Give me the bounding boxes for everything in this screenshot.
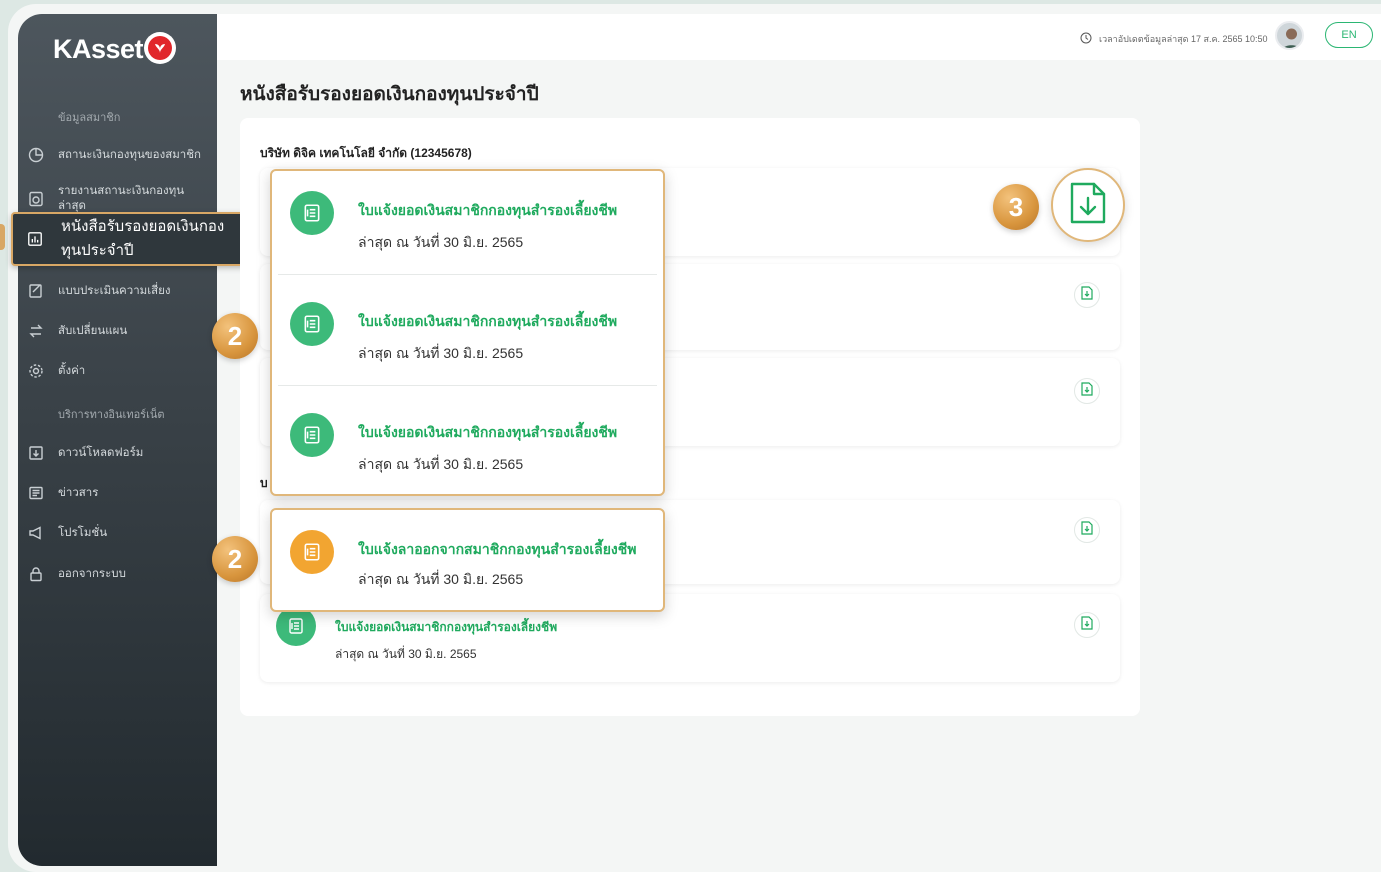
download-button[interactable] (1074, 517, 1100, 543)
second-company-label: บ (260, 476, 268, 490)
document-title[interactable]: ใบแจ้งยอดเงินสมาชิกกองทุนสำรองเลี้ยงชีพ (358, 311, 617, 333)
news-icon (28, 485, 44, 501)
list-item[interactable]: ใบแจ้งยอดเงินสมาชิกกองทุนสำรองเลี้ยงชีพ … (272, 171, 663, 281)
megaphone-icon (28, 525, 44, 541)
active-indicator (0, 224, 5, 250)
file-download-icon (1081, 520, 1093, 540)
kbank-leaf-icon (144, 32, 176, 64)
sidebar-item-promotion[interactable]: โปรโมชั่น (26, 518, 216, 548)
step-badge: 2 (212, 313, 258, 359)
document-icon (276, 606, 316, 646)
resignation-popup[interactable]: ใบแจ้งลาออกจากสมาชิกกองทุนสำรองเลี้ยงชีพ… (270, 508, 665, 612)
document-title[interactable]: ใบแจ้งยอดเงินสมาชิกกองทุนสำรองเลี้ยงชีพ (335, 618, 557, 637)
assessment-icon (28, 283, 44, 299)
document-icon (290, 413, 334, 457)
sidebar-item-label: หนังสือรับรองยอดเงินกอง ทุนประจำปี (61, 218, 225, 259)
lock-icon (28, 566, 44, 582)
clock-icon (1080, 31, 1092, 49)
brand-logo: KAsset (53, 34, 144, 64)
divider (278, 274, 657, 275)
document-date: ล่าสุด ณ วันที่ 30 มิ.ย. 2565 (358, 234, 524, 250)
sidebar-item-risk-assessment[interactable]: แบบประเมินความเสี่ยง (26, 276, 216, 306)
sidebar-item-label: สับเปลี่ยนแผน (58, 324, 128, 337)
step-badge: 2 (212, 536, 258, 582)
document-title[interactable]: ใบแจ้งยอดเงินสมาชิกกองทุนสำรองเลี้ยงชีพ (358, 422, 617, 444)
document-date: ล่าสุด ณ วันที่ 30 มิ.ย. 2565 (358, 345, 524, 361)
sidebar-item-logout[interactable]: ออกจากระบบ (26, 559, 216, 589)
divider (278, 385, 657, 386)
step-badge: 3 (993, 184, 1039, 230)
gear-icon (28, 363, 44, 379)
section-member-title: ข้อมูลสมาชิก (58, 112, 121, 124)
sidebar-item-news[interactable]: ข่าวสาร (26, 478, 216, 508)
download-form-icon (28, 445, 44, 461)
download-button[interactable] (1051, 168, 1125, 242)
list-item[interactable]: ใบแจ้งยอดเงินสมาชิกกองทุนสำรองเลี้ยงชีพ … (272, 393, 663, 503)
document-icon (290, 191, 334, 235)
switch-plan-icon (28, 323, 44, 339)
document-date: ล่าสุด ณ วันที่ 30 มิ.ย. 2565 (335, 647, 477, 661)
statement-list-popup: ใบแจ้งยอดเงินสมาชิกกองทุนสำรองเลี้ยงชีพ … (270, 169, 665, 496)
report-icon (28, 191, 44, 207)
document-title[interactable]: ใบแจ้งยอดเงินสมาชิกกองทุนสำรองเลี้ยงชีพ (358, 200, 617, 222)
avatar[interactable] (1275, 21, 1304, 50)
download-button[interactable] (1074, 378, 1100, 404)
section-services-title: บริการทางอินเทอร์เน็ต (58, 409, 165, 421)
pie-chart-icon (28, 147, 44, 163)
sidebar-item-label: ออกจากระบบ (58, 567, 126, 580)
document-icon (290, 530, 334, 574)
file-download-icon (1069, 181, 1107, 230)
sidebar-item-annual-certificate[interactable]: หนังสือรับรองยอดเงินกอง ทุนประจำปี (11, 212, 258, 266)
last-update-text: เวลาอัปเดตข้อมูลล่าสุด 17 ส.ค. 2565 10:5… (1099, 34, 1268, 44)
file-download-icon (1081, 615, 1093, 635)
sidebar-item-label: ข่าวสาร (58, 486, 99, 499)
company-label: บริษัท ดิจิค เทคโนโลยี จำกัด (12345678) (260, 146, 472, 160)
list-item[interactable]: ใบแจ้งยอดเงินสมาชิกกองทุนสำรองเลี้ยงชีพ … (272, 282, 663, 392)
sidebar-item-download-form[interactable]: ดาวน์โหลดฟอร์ม (26, 438, 216, 468)
file-download-icon (1081, 285, 1093, 305)
sidebar-item-label: ตั้งค่า (58, 364, 86, 377)
sidebar-item-settings[interactable]: ตั้งค่า (26, 356, 216, 386)
sidebar-item-label: สถานะเงินกองทุนของสมาชิก (58, 148, 202, 161)
sidebar-item-fund-status[interactable]: สถานะเงินกองทุนของสมาชิก (26, 140, 216, 170)
document-date: ล่าสุด ณ วันที่ 30 มิ.ย. 2565 (358, 456, 524, 472)
file-download-icon (1081, 381, 1093, 401)
download-button[interactable] (1074, 612, 1100, 638)
page-title: หนังสือรับรองยอดเงินกองทุนประจำปี (240, 84, 539, 105)
document-icon (290, 302, 334, 346)
sidebar: KAsset ข้อมูลสมาชิก สถานะเงินกองทุนของสม… (18, 14, 217, 866)
sidebar-item-label: แบบประเมินความเสี่ยง (58, 284, 171, 297)
download-button[interactable] (1074, 282, 1100, 308)
sidebar-item-label: โปรโมชั่น (58, 526, 108, 539)
document-date: ล่าสุด ณ วันที่ 30 มิ.ย. 2565 (358, 571, 524, 587)
document-title[interactable]: ใบแจ้งลาออกจากสมาชิกกองทุนสำรองเลี้ยงชีพ (358, 539, 637, 561)
sidebar-item-label: ดาวน์โหลดฟอร์ม (58, 446, 144, 459)
bar-chart-doc-icon (27, 231, 43, 247)
sidebar-item-switch-plan[interactable]: สับเปลี่ยนแผน (26, 316, 216, 346)
sidebar-item-label: รายงานสถานะเงินกองทุน ล่าสุด (58, 185, 185, 212)
language-toggle-button[interactable]: EN (1325, 22, 1373, 48)
